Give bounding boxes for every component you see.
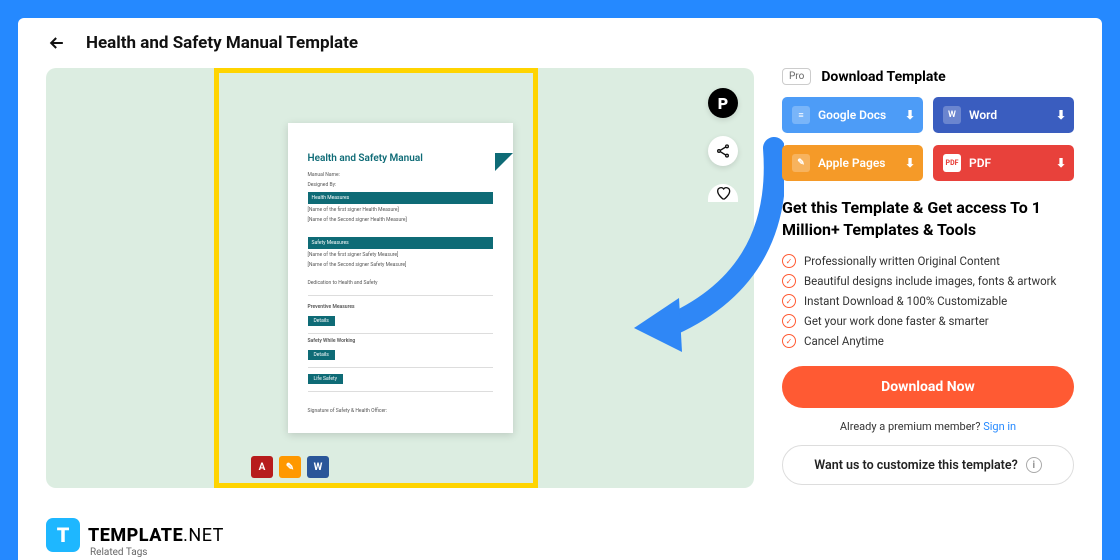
promo-headline: Get this Template & Get access To 1 Mill…	[782, 197, 1074, 240]
pages-icon: ✎	[792, 154, 810, 172]
pdf-file-icon: A	[251, 456, 273, 478]
pages-file-icon: ✎	[279, 456, 301, 478]
download-icon: ⬇	[905, 108, 915, 122]
doc-section-bar: Safety Measures	[308, 237, 493, 249]
heart-icon[interactable]	[708, 184, 738, 202]
feature-item: ✓Get your work done faster & smarter	[782, 314, 1074, 328]
logo-mark-icon: T	[46, 518, 80, 552]
customize-label: Want us to customize this template?	[814, 458, 1018, 473]
share-icon[interactable]	[708, 136, 738, 166]
pinterest-icon[interactable]: P	[708, 88, 738, 118]
curved-arrow-icon	[604, 128, 784, 368]
check-icon: ✓	[782, 294, 796, 308]
doc-field: Signature of Safety & Health Officer:	[308, 408, 493, 414]
logo-text: TEMPLATE.NET	[88, 525, 224, 546]
download-now-button[interactable]: Download Now	[782, 366, 1074, 408]
doc-chip: Life Safety	[308, 374, 344, 384]
feature-list: ✓Professionally written Original Content…	[782, 254, 1074, 348]
download-google-docs-button[interactable]: ≡ Google Docs ⬇	[782, 97, 923, 133]
button-label: Google Docs	[818, 108, 886, 122]
check-icon: ✓	[782, 254, 796, 268]
check-icon: ✓	[782, 334, 796, 348]
doc-field: Safety While Working	[308, 338, 493, 344]
word-file-icon: W	[307, 456, 329, 478]
feature-item: ✓Beautiful designs include images, fonts…	[782, 274, 1074, 288]
doc-chip: Details	[308, 350, 335, 360]
corner-fold-icon	[495, 153, 513, 171]
download-apple-pages-button[interactable]: ✎ Apple Pages ⬇	[782, 145, 923, 181]
back-arrow[interactable]	[46, 32, 68, 54]
doc-field: Dedication to Health and Safety	[308, 280, 493, 286]
doc-title: Health and Safety Manual	[308, 153, 493, 164]
pro-badge: Pro	[782, 68, 811, 85]
check-icon: ✓	[782, 274, 796, 288]
doc-field: [Name of the Second signer Health Measur…	[308, 217, 493, 223]
document-preview[interactable]: Health and Safety Manual Manual Name: De…	[288, 123, 513, 433]
file-format-icons: A ✎ W	[251, 456, 329, 478]
word-icon: W	[943, 106, 961, 124]
page-title: Health and Safety Manual Template	[86, 33, 358, 53]
button-label: Word	[969, 108, 997, 122]
download-icon: ⬇	[1056, 108, 1066, 122]
download-pdf-button[interactable]: PDF PDF ⬇	[933, 145, 1074, 181]
download-panel: Pro Download Template ≡ Google Docs ⬇ W …	[782, 68, 1074, 488]
signin-link[interactable]: Sign in	[983, 420, 1016, 433]
gdocs-icon: ≡	[792, 106, 810, 124]
doc-field: [Name of the first signer Health Measure…	[308, 207, 493, 213]
feature-item: ✓Cancel Anytime	[782, 334, 1074, 348]
doc-field: Manual Name:	[308, 172, 493, 178]
feature-item: ✓Instant Download & 100% Customizable	[782, 294, 1074, 308]
doc-field: [Name of the first signer Safety Measure…	[308, 252, 493, 258]
download-icon: ⬇	[1056, 156, 1066, 170]
member-line: Already a premium member? Sign in	[782, 420, 1074, 433]
header-bar: Health and Safety Manual Template	[46, 32, 1074, 54]
doc-field: [Name of the Second signer Safety Measur…	[308, 262, 493, 268]
doc-section-bar: Health Measures	[308, 192, 493, 204]
preview-panel: Health and Safety Manual Manual Name: De…	[46, 68, 754, 488]
doc-chip: Details	[308, 316, 335, 326]
download-icon: ⬇	[905, 156, 915, 170]
pdf-icon: PDF	[943, 154, 961, 172]
download-word-button[interactable]: W Word ⬇	[933, 97, 1074, 133]
doc-field: Designed By:	[308, 182, 493, 188]
button-label: Apple Pages	[818, 156, 885, 170]
button-label: PDF	[969, 156, 991, 170]
check-icon: ✓	[782, 314, 796, 328]
download-heading: Download Template	[821, 69, 945, 85]
related-tags-label: Related Tags	[90, 547, 147, 558]
feature-item: ✓Professionally written Original Content	[782, 254, 1074, 268]
info-icon: i	[1026, 457, 1042, 473]
doc-field: Preventive Measures	[308, 304, 493, 310]
customize-button[interactable]: Want us to customize this template? i	[782, 445, 1074, 485]
